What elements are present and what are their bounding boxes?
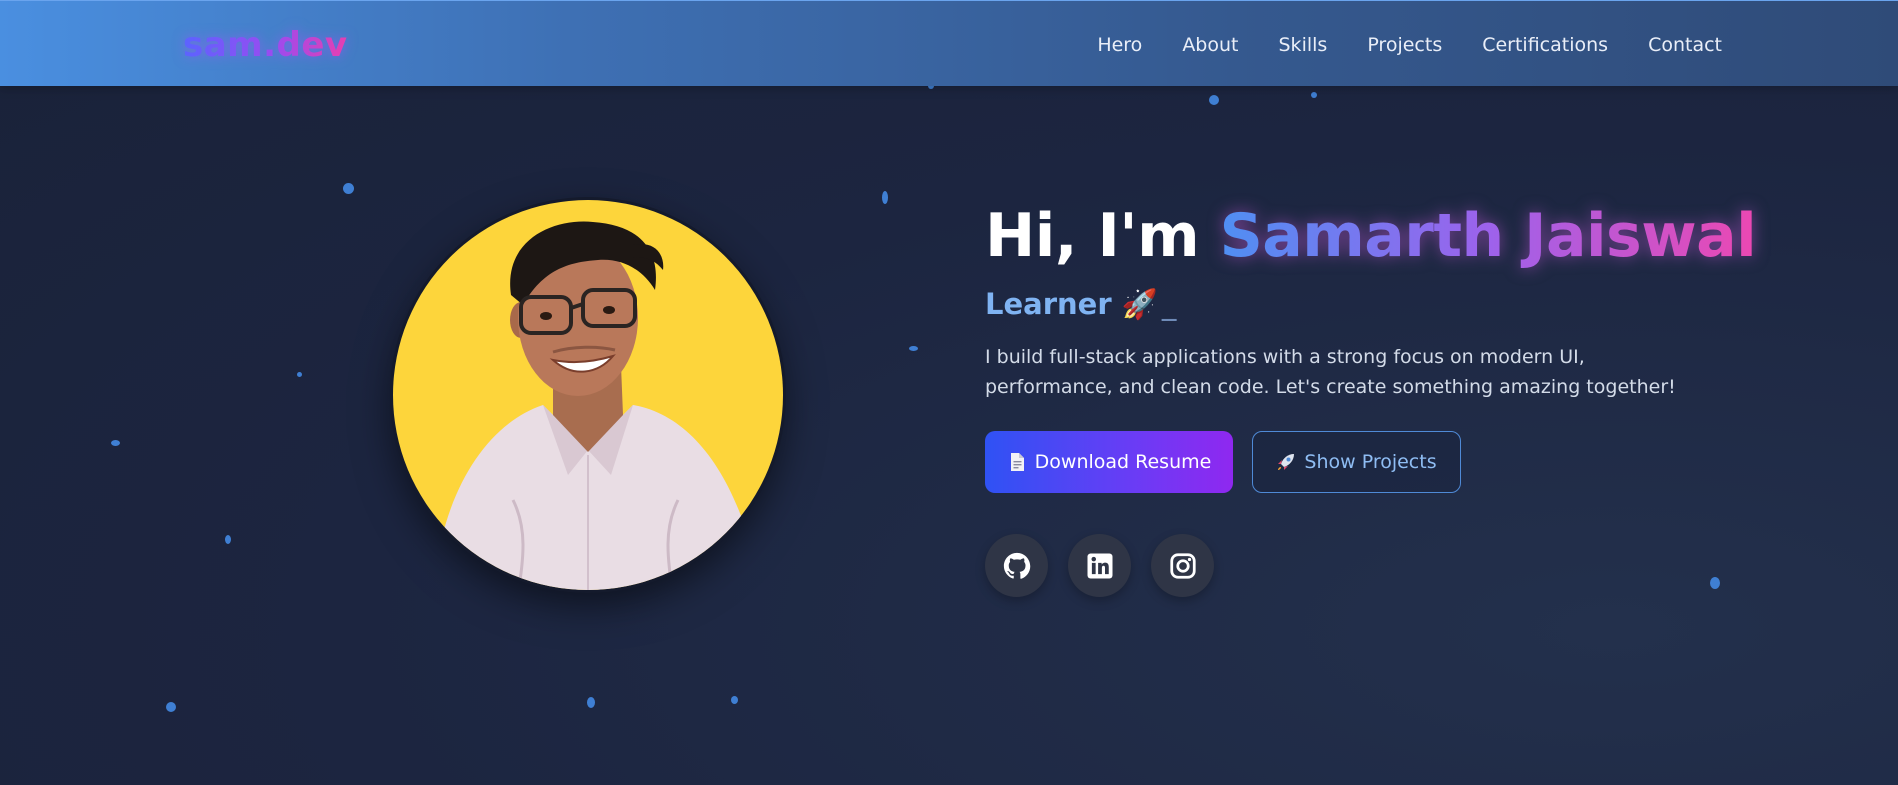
nav-link-certifications[interactable]: Certifications [1482,31,1608,59]
document-icon [1010,453,1024,471]
hero-role-text: Learner 🚀 [985,287,1158,321]
download-resume-button[interactable]: Download Resume [985,431,1233,493]
rocket-icon [1278,454,1295,470]
particle-dot [166,702,176,712]
show-projects-label: Show Projects [1304,451,1437,473]
nav-link-projects[interactable]: Projects [1367,31,1442,59]
particle-dot [731,696,738,704]
nav-link-hero[interactable]: Hero [1097,31,1142,59]
particle-dot [1311,92,1317,98]
particle-dot [882,191,888,204]
site-logo[interactable]: sam.dev [183,25,348,65]
particle-dot [111,440,120,446]
download-resume-label: Download Resume [1034,451,1212,473]
hero-description: I build full-stack applications with a s… [985,346,1676,398]
portfolio-page: sam.dev Hero About Skills Projects Certi… [0,0,1898,785]
profile-portrait-illustration [433,221,762,590]
instagram-icon [1169,552,1196,579]
particle-dot [297,372,302,377]
hero-greeting: Hi, I'm [985,201,1220,271]
linkedin-link[interactable] [1068,534,1131,597]
instagram-link[interactable] [1151,534,1214,597]
particle-dot [909,346,918,351]
hero-role: Learner 🚀 _ [985,284,1176,324]
linkedin-icon [1087,553,1112,578]
top-navbar: sam.dev Hero About Skills Projects Certi… [0,0,1898,86]
social-links [985,534,1214,597]
particle-dot [1710,577,1720,589]
typing-cursor: _ [1161,287,1177,321]
nav-link-about[interactable]: About [1182,31,1238,59]
github-link[interactable] [985,534,1048,597]
particle-dot [1209,95,1219,105]
nav-link-contact[interactable]: Contact [1648,31,1722,59]
hero-heading: Hi, I'm Samarth Jaiswal [985,200,1757,272]
particle-dot [343,183,354,194]
hero-name: Samarth Jaiswal [1219,201,1757,271]
particle-dot [587,697,595,708]
profile-photo [393,200,783,590]
github-icon [1003,552,1030,579]
show-projects-button[interactable]: Show Projects [1252,431,1461,493]
nav-links: Hero About Skills Projects Certification… [1097,31,1722,59]
particle-dot [225,535,231,544]
nav-link-skills[interactable]: Skills [1279,31,1328,59]
